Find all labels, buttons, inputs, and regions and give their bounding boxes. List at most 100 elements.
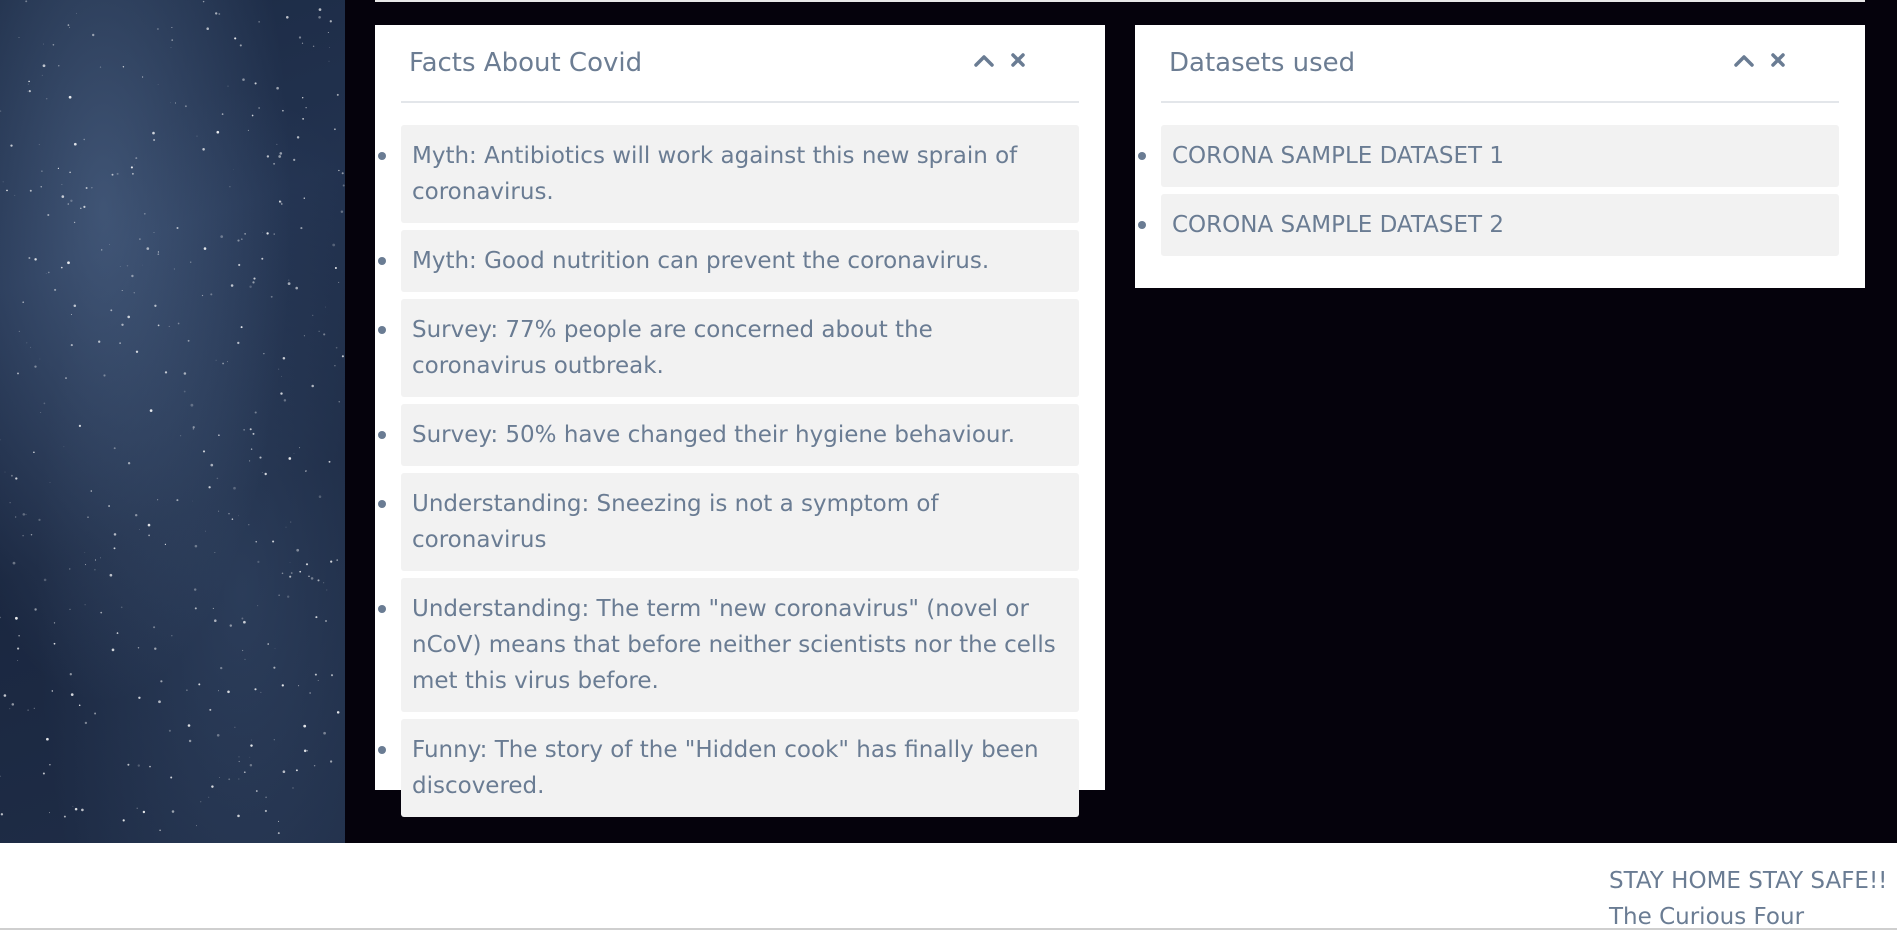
star-dot (327, 32, 329, 33)
close-icon[interactable] (1767, 49, 1789, 71)
star-dot (289, 562, 291, 564)
fact-text: Myth: Antibiotics will work against this… (412, 143, 1018, 205)
star-dot (241, 238, 243, 240)
star-dot (298, 36, 302, 39)
star-dot (244, 233, 246, 235)
star-dot (9, 708, 11, 710)
star-dot (94, 568, 96, 571)
star-dot (303, 749, 307, 753)
star-dot (157, 324, 160, 327)
star-dot (131, 172, 134, 175)
star-dot (278, 594, 280, 596)
fact-text: Myth: Good nutrition can prevent the cor… (412, 248, 990, 274)
star-dot (278, 200, 281, 203)
star-dot (87, 516, 89, 518)
star-dot (238, 515, 240, 517)
bullet-icon (378, 500, 386, 508)
star-dot (42, 64, 46, 68)
star-dot (63, 815, 66, 818)
star-dot (84, 721, 88, 725)
star-dot (70, 344, 73, 347)
star-dot (138, 696, 141, 699)
dataset-item[interactable]: CORONA SAMPLE DATASET 2 (1138, 194, 1839, 256)
star-dot (51, 690, 54, 692)
star-dot (119, 265, 121, 267)
star-dot (249, 460, 251, 462)
star-dot (0, 813, 4, 816)
star-dot (281, 375, 283, 377)
close-icon[interactable] (1007, 49, 1029, 71)
star-dot (148, 534, 150, 537)
star-dot (95, 559, 96, 561)
footer-slogan: STAY HOME STAY SAFE!! (1609, 868, 1888, 894)
star-dot (202, 148, 205, 151)
star-dot (43, 578, 47, 582)
star-dot (296, 548, 300, 552)
star-dot (299, 570, 302, 573)
starfield-background-image (0, 0, 345, 843)
star-dot (190, 261, 192, 263)
star-dot (34, 365, 37, 368)
star-dot (27, 90, 29, 92)
star-dot (176, 499, 179, 502)
star-dot (99, 66, 102, 68)
star-dot (111, 173, 114, 176)
star-dot (208, 486, 211, 489)
star-dot (42, 772, 45, 775)
star-dot (109, 244, 110, 245)
star-dot (57, 167, 60, 169)
star-dot (49, 482, 51, 483)
star-dot (276, 143, 278, 145)
star-dot (289, 575, 292, 578)
star-dot (285, 526, 287, 528)
star-dot (0, 775, 1, 777)
star-dot (69, 673, 72, 676)
star-dot (38, 518, 41, 522)
star-dot (277, 832, 280, 835)
star-dot (171, 635, 173, 637)
star-dot (142, 264, 143, 266)
star-dot (247, 129, 249, 131)
star-dot (243, 429, 245, 431)
star-dot (63, 446, 65, 448)
star-dot (200, 801, 202, 803)
star-dot (133, 292, 136, 294)
star-dot (4, 471, 6, 473)
star-dot (85, 564, 87, 566)
star-dot (111, 648, 115, 652)
star-dot (137, 764, 140, 767)
star-dot (249, 428, 252, 431)
star-dot (116, 172, 119, 175)
top-divider (375, 0, 1865, 2)
star-dot (160, 680, 163, 683)
star-dot (17, 659, 19, 662)
star-dot (9, 502, 11, 504)
bullet-icon (378, 746, 386, 754)
star-dot (237, 341, 240, 345)
star-dot (302, 118, 304, 120)
dataset-item[interactable]: CORONA SAMPLE DATASET 1 (1138, 125, 1839, 187)
star-dot (142, 76, 144, 78)
star-dot (282, 356, 286, 360)
star-dot (45, 273, 47, 274)
star-dot (251, 739, 252, 741)
datasets-panel-title: Datasets used (1169, 48, 1356, 78)
star-dot (15, 477, 18, 480)
star-dot (61, 195, 65, 198)
star-dot (130, 166, 133, 169)
star-dot (147, 523, 151, 527)
star-dot (28, 90, 31, 93)
star-dot (69, 608, 71, 611)
star-dot (46, 737, 49, 741)
star-dot (187, 339, 190, 342)
star-dot (257, 560, 260, 564)
list-item: Understanding: Sneezing is not a symptom… (378, 473, 1079, 571)
chevron-up-icon[interactable] (973, 49, 995, 71)
list-item: Survey: 50% have changed their hygiene b… (378, 404, 1079, 466)
star-dot (305, 470, 307, 472)
star-dot (227, 690, 230, 694)
star-dot (26, 342, 28, 344)
star-dot (40, 186, 42, 188)
star-dot (281, 572, 284, 575)
chevron-up-icon[interactable] (1733, 49, 1755, 71)
